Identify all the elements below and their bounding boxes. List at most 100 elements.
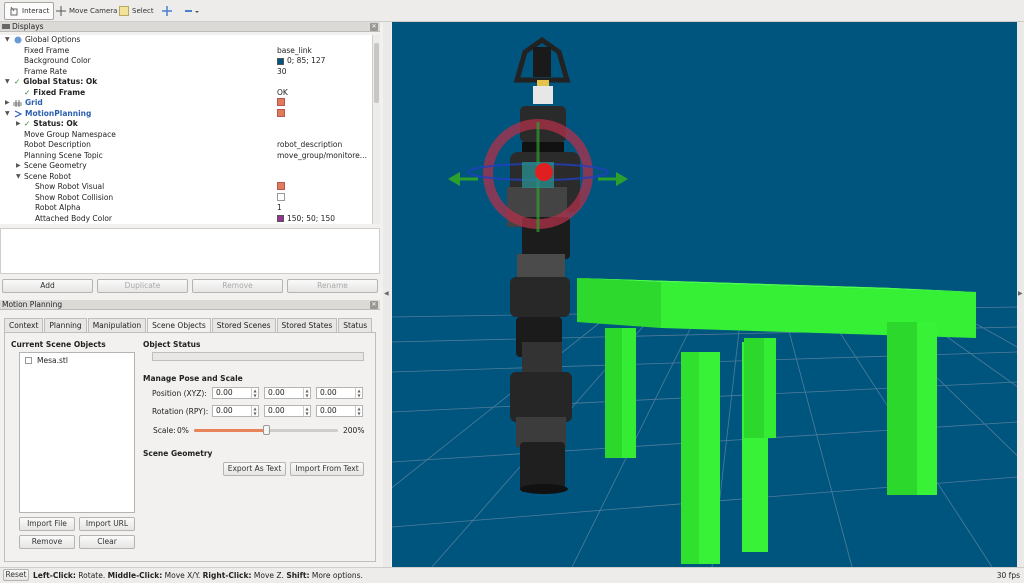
tab-scene-objects[interactable]: Scene Objects	[147, 318, 211, 333]
tree-row-frame-rate[interactable]: Frame Rate 30	[0, 67, 372, 78]
tree-row-label: Scene Robot	[24, 171, 72, 181]
focus-camera-tool-button[interactable]	[158, 2, 179, 20]
move-camera-tool-button[interactable]: Move Camera	[52, 2, 121, 20]
add-display-button[interactable]: Add	[2, 279, 93, 293]
tree-row-fixed-frame[interactable]: Fixed Frame base_link	[0, 46, 372, 57]
tree-row-grid[interactable]: ▶ Grid	[0, 98, 372, 109]
panel-splitter[interactable]: ◀	[383, 22, 391, 567]
position-y-input[interactable]: 0.00 ▲ ▼	[264, 387, 311, 399]
tab-context[interactable]: Context	[4, 318, 44, 332]
move-camera-icon	[56, 6, 66, 16]
tree-row-global-options[interactable]: ▼ Global Options	[0, 35, 372, 46]
tree-row-global-status[interactable]: ▼ ✓ Global Status: Ok	[0, 77, 372, 88]
import-url-button[interactable]: Import URL	[79, 517, 135, 531]
chevron-right-icon[interactable]: ▶	[1018, 290, 1023, 297]
spin-value: 0.00	[216, 388, 233, 397]
tree-row-fixed-frame-status[interactable]: ✓ Fixed Frame OK	[0, 88, 372, 99]
tree-row-planning-scene-topic[interactable]: Planning Scene Topic move_group/monitore…	[0, 151, 372, 162]
object-checkbox[interactable]	[25, 357, 32, 364]
import-from-text-button[interactable]: Import From Text	[290, 462, 364, 476]
tree-row-motion-planning[interactable]: ▼ MotionPlanning	[0, 108, 372, 120]
scale-slider[interactable]	[194, 425, 338, 435]
import-file-button[interactable]: Import File	[19, 517, 75, 531]
tree-row-scene-geometry[interactable]: ▶ Scene Geometry	[0, 161, 372, 172]
tree-row-value[interactable]: move_group/monitore...	[277, 151, 367, 162]
rotation-p-input[interactable]: 0.00 ▲ ▼	[264, 405, 311, 417]
duplicate-display-button[interactable]: Duplicate	[97, 279, 188, 293]
motion-planning-enabled-checkbox[interactable]	[277, 108, 287, 117]
3d-viewport[interactable]	[291, 22, 1024, 568]
right-splitter[interactable]: ▶	[1017, 22, 1024, 567]
scale-min-label: 0%	[177, 426, 189, 435]
reset-button[interactable]: Reset	[3, 569, 29, 581]
tree-row-robot-alpha[interactable]: Robot Alpha 1	[0, 203, 372, 214]
chevron-down-icon[interactable]: ▼	[5, 109, 10, 120]
select-label: Select	[132, 7, 154, 15]
rename-display-button[interactable]: Rename	[287, 279, 378, 293]
spin-arrows-icon[interactable]: ▲ ▼	[303, 406, 310, 416]
tree-row-value[interactable]: 0; 85; 127	[277, 56, 325, 67]
tree-row-move-group-namespace[interactable]: Move Group Namespace	[0, 130, 372, 141]
tree-row-scene-robot[interactable]: ▼ Scene Robot	[0, 172, 372, 183]
tree-row-status-ok[interactable]: ▶ ✓ Status: Ok	[0, 119, 372, 130]
select-tool-button[interactable]: Select	[115, 2, 158, 20]
tab-stored-states[interactable]: Stored States	[276, 318, 338, 332]
tree-row-background-color[interactable]: Background Color 0; 85; 127	[0, 56, 372, 67]
spin-arrows-icon[interactable]: ▲ ▼	[355, 406, 362, 416]
grid-enabled-checkbox[interactable]	[277, 98, 287, 106]
chevron-right-icon[interactable]: ▶	[5, 98, 10, 109]
grid-icon	[13, 100, 22, 107]
tree-row-show-robot-visual[interactable]: Show Robot Visual	[0, 182, 372, 193]
chevron-down-icon[interactable]: ▼	[16, 172, 21, 183]
scrollbar-thumb[interactable]	[374, 43, 379, 103]
tree-row-value[interactable]: 1	[277, 203, 282, 214]
tree-row-value[interactable]: 150; 50; 150	[277, 214, 335, 225]
hint-desc: Move X/Y.	[164, 571, 201, 580]
remove-object-button[interactable]: Remove	[19, 535, 75, 549]
tab-manipulation[interactable]: Manipulation	[87, 318, 147, 332]
tree-row-label: Background Color	[24, 56, 91, 65]
position-x-input[interactable]: 0.00 ▲ ▼	[212, 387, 259, 399]
rotation-y-input[interactable]: 0.00 ▲ ▼	[316, 405, 363, 417]
close-icon[interactable]: ✕	[370, 23, 378, 31]
minus-dropdown-icon	[185, 10, 199, 13]
crosshair-icon	[162, 6, 172, 16]
position-z-input[interactable]: 0.00 ▲ ▼	[316, 387, 363, 399]
spin-arrows-icon[interactable]: ▲ ▼	[251, 388, 258, 398]
export-as-text-button[interactable]: Export As Text	[223, 462, 286, 476]
scene-objects-list[interactable]: Mesa.stl	[19, 352, 135, 513]
tree-row-show-robot-collision[interactable]: Show Robot Collision	[0, 192, 372, 204]
tree-row-value[interactable]: robot_description	[277, 140, 342, 151]
scene-render	[291, 22, 1024, 568]
spin-arrows-icon[interactable]: ▲ ▼	[303, 388, 310, 398]
interact-tool-button[interactable]: Interact	[4, 2, 55, 20]
clear-objects-button[interactable]: Clear	[79, 535, 135, 549]
tree-row-label: Scene Geometry	[24, 161, 87, 170]
tree-row-value[interactable]: 30	[277, 67, 287, 78]
tab-status[interactable]: Status	[338, 318, 373, 332]
scale-slider-handle[interactable]	[263, 425, 270, 435]
show-robot-visual-checkbox[interactable]	[277, 182, 287, 190]
displays-scrollbar[interactable]	[372, 35, 380, 224]
show-robot-collision-checkbox[interactable]	[277, 192, 287, 201]
tree-row-label: MotionPlanning	[25, 108, 92, 118]
tree-row-value[interactable]: base_link	[277, 46, 312, 57]
close-icon[interactable]: ✕	[370, 301, 378, 309]
chevron-down-icon[interactable]: ▼	[5, 77, 10, 88]
spin-value: 0.00	[216, 406, 233, 415]
chevron-left-icon[interactable]: ◀	[384, 290, 389, 297]
spin-value: 0.00	[268, 406, 285, 415]
list-item[interactable]: Mesa.stl	[25, 356, 68, 365]
chevron-down-icon[interactable]: ▼	[5, 35, 10, 46]
spin-arrows-icon[interactable]: ▲ ▼	[251, 406, 258, 416]
tree-row-attached-body-color[interactable]: Attached Body Color 150; 50; 150	[0, 214, 372, 225]
tab-planning[interactable]: Planning	[44, 318, 87, 332]
tree-row-robot-description[interactable]: Robot Description robot_description	[0, 140, 372, 151]
chevron-right-icon[interactable]: ▶	[16, 161, 21, 172]
spin-arrows-icon[interactable]: ▲ ▼	[355, 388, 362, 398]
rotation-r-input[interactable]: 0.00 ▲ ▼	[212, 405, 259, 417]
remove-display-button[interactable]: Remove	[192, 279, 283, 293]
add-tool-dropdown[interactable]	[180, 2, 207, 20]
tab-stored-scenes[interactable]: Stored Scenes	[211, 318, 276, 332]
chevron-right-icon[interactable]: ▶	[16, 119, 21, 130]
